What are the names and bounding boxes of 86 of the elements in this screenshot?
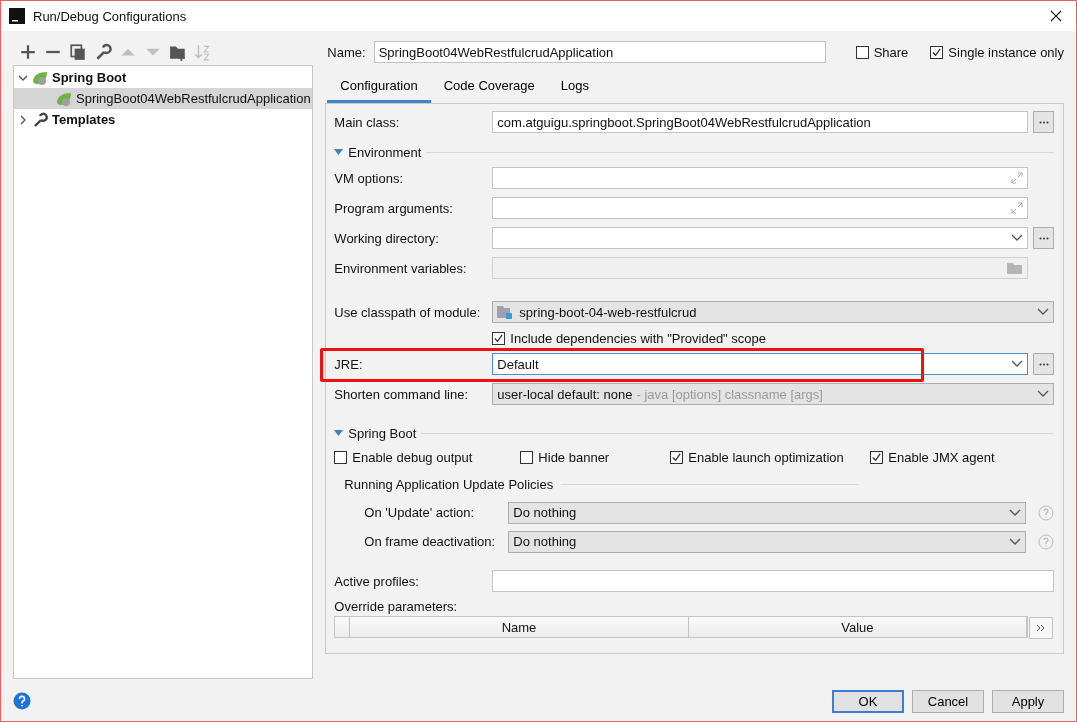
main-class-field[interactable]: com.atguigu.springboot.SpringBoot04WebRestfulcrudApplication [492,111,1028,133]
tree-item[interactable]: SpringBoot04WebRestfulcrudApplication [14,88,313,109]
checkbox[interactable] [670,450,684,464]
checkbox-label: Enable JMX agent [888,449,995,465]
checkbox[interactable] [855,45,869,59]
checkbox[interactable] [492,331,506,345]
tab[interactable]: Logs [547,73,602,103]
chevron-down-icon [1011,234,1023,242]
chevron-down-icon [1037,390,1049,398]
field-label: Program arguments: [334,200,454,216]
checkbox[interactable] [520,450,534,464]
copy-icon[interactable] [69,43,87,61]
field-label: On frame deactivation: [364,534,497,549]
checkbox-label: Include dependencies with "Provided" scope [510,330,767,346]
tree-item-label: SpringBoot04WebRestfulcrudApplication [76,91,311,106]
field-label: On 'Update' action: [364,505,476,520]
column-header[interactable]: Name [350,617,689,637]
tab[interactable]: Configuration [327,73,431,103]
policy-dropdown[interactable]: Do nothing [508,530,1026,553]
chevron-down-icon [1009,508,1021,517]
field-label: Use classpath of module: [334,304,482,320]
group-title: Running Application Update Policies [344,476,554,492]
checkbox[interactable] [334,450,348,464]
chevron-down-icon [1009,537,1021,546]
column-header[interactable]: Value [688,617,1027,637]
ellipsis-icon [1038,236,1049,240]
leaf-icon [32,69,48,86]
field-label: Environment variables: [334,260,468,276]
module-dropdown[interactable]: spring-boot-04-web-restfulcrud [492,301,1054,323]
dialog-button[interactable]: Apply [992,689,1064,713]
chevron-right-icon[interactable] [18,114,28,125]
field-label: Active profiles: [334,573,420,589]
text-field[interactable] [492,257,1028,279]
tree-item-label: Spring Boot [52,70,127,85]
section-title: Spring Boot [348,425,417,441]
browse-button[interactable] [1033,353,1054,375]
more-button[interactable] [1029,617,1053,639]
triangle-down-icon[interactable] [334,429,344,437]
section-title: Environment [348,144,422,160]
checkbox-label: Share [873,44,909,60]
active-profiles-field[interactable] [492,570,1054,592]
field-label: Main class: [334,114,401,130]
folder-plus-icon[interactable] [169,43,187,61]
expand-icon[interactable] [1011,202,1023,214]
checkbox[interactable] [930,45,944,59]
leaf-icon [56,90,72,107]
window-title: Run/Debug Configurations [33,8,187,24]
field-label: Override parameters: [334,598,458,614]
chevron-down-icon [1037,308,1049,316]
browse-button[interactable] [1033,111,1054,133]
expand-icon[interactable] [1011,172,1023,184]
policy-dropdown[interactable]: Do nothing [508,501,1026,524]
checkbox-label: Hide banner [538,449,610,465]
text-field[interactable] [492,197,1028,219]
text-field[interactable] [492,167,1028,189]
name-field[interactable]: SpringBoot04WebRestfulcrudApplication [373,41,826,63]
checkbox-label: Enable launch optimization [688,449,844,465]
triangle-down-icon[interactable] [334,148,344,156]
checkbox-label: Enable debug output [352,449,473,465]
chevron-down-icon [1011,360,1023,368]
jre-field[interactable]: Default [492,353,1028,375]
browse-button[interactable] [1033,227,1054,249]
module-icon [497,305,514,319]
field-label: JRE: [334,356,364,372]
add-icon[interactable] [19,43,37,61]
field-label: Shorten command line: [334,386,470,402]
shorten-dropdown[interactable]: user-local default: none - java [options] classname [args] [492,383,1054,405]
tree-item[interactable]: Spring Boot [14,67,313,88]
combo-field[interactable] [492,227,1028,249]
chevrons-right-icon [1036,624,1046,632]
checkbox-label: Single instance only [948,44,1064,60]
tab[interactable]: Code Coverage [430,73,548,103]
field-label: Working directory: [334,230,440,246]
field-label: Name: [327,44,366,60]
checkbox[interactable] [870,450,884,464]
help-icon[interactable] [13,692,31,710]
field-label: VM options: [334,170,404,186]
dialog-button[interactable]: OK [832,689,904,713]
ellipsis-icon [1038,120,1049,124]
tree-item[interactable]: Templates [14,109,313,130]
wrench-icon [32,111,48,128]
close-icon[interactable] [1050,10,1062,22]
wrench-icon[interactable] [94,43,112,61]
dialog-button[interactable]: Cancel [912,689,984,713]
tree-item-label: Templates [52,112,116,127]
ellipsis-icon [1038,362,1049,366]
